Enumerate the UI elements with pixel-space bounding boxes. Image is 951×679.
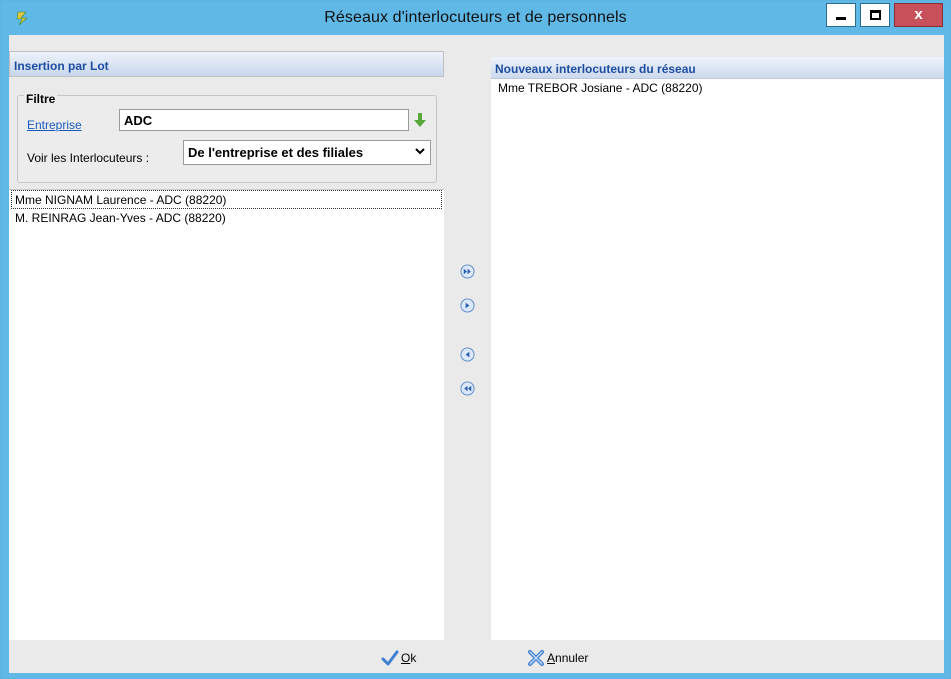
voir-interlocuteurs-selected: De l'entreprise et des filiales xyxy=(188,145,364,160)
move-all-left-icon[interactable] xyxy=(460,381,475,396)
move-left-icon[interactable] xyxy=(460,347,475,362)
ok-button-label: Ok xyxy=(401,651,417,665)
title-bar[interactable]: Réseaux d'interlocuteurs et de personnel… xyxy=(1,1,950,35)
minimize-button[interactable] xyxy=(826,3,856,27)
maximize-button[interactable] xyxy=(860,3,890,27)
button-bar: Ok Annuler xyxy=(9,640,944,673)
move-all-right-icon[interactable] xyxy=(460,264,475,279)
maximize-icon xyxy=(870,10,881,20)
cancel-x-icon xyxy=(528,650,544,666)
insertion-panel: Insertion par Lot Filtre Entreprise ADC … xyxy=(9,51,444,640)
network-contacts-list[interactable]: Mme TREBOR Josiane - ADC (88220) xyxy=(491,79,944,98)
window-title: Réseaux d'interlocuteurs et de personnel… xyxy=(324,9,627,26)
entreprise-link[interactable]: Entreprise xyxy=(27,118,82,132)
network-contacts-panel: Nouveaux interlocuteurs du réseau Mme TR… xyxy=(491,57,944,640)
close-button[interactable]: x xyxy=(894,3,943,27)
list-item[interactable]: Mme NIGNAM Laurence - ADC (88220) xyxy=(11,190,442,209)
list-item[interactable]: Mme TREBOR Josiane - ADC (88220) xyxy=(491,79,944,98)
list-item[interactable]: M. REINRAG Jean-Yves - ADC (88220) xyxy=(9,209,444,228)
apply-filter-down-arrow-icon[interactable] xyxy=(413,112,427,128)
filter-legend: Filtre xyxy=(24,92,58,106)
checkmark-icon xyxy=(381,650,399,666)
ok-button[interactable]: Ok xyxy=(381,648,416,668)
filter-group: Filtre Entreprise ADC Voir les Interlocu… xyxy=(17,92,437,183)
available-contacts-list[interactable]: Mme NIGNAM Laurence - ADC (88220) M. REI… xyxy=(9,189,444,640)
move-right-icon[interactable] xyxy=(460,298,475,313)
network-contacts-header: Nouveaux interlocuteurs du réseau xyxy=(491,57,944,79)
dialog-window: Réseaux d'interlocuteurs et de personnel… xyxy=(0,0,951,679)
minimize-icon xyxy=(836,17,846,20)
cancel-button-label: Annuler xyxy=(547,651,589,665)
cancel-button[interactable]: Annuler xyxy=(527,648,588,668)
voir-interlocuteurs-label: Voir les Interlocuteurs : xyxy=(27,151,150,165)
voir-interlocuteurs-select[interactable]: De l'entreprise et des filiales xyxy=(183,140,431,165)
chevron-down-icon xyxy=(415,148,425,155)
close-icon: x xyxy=(914,6,923,23)
entreprise-input[interactable]: ADC xyxy=(119,109,409,131)
insertion-panel-header: Insertion par Lot xyxy=(9,51,444,77)
